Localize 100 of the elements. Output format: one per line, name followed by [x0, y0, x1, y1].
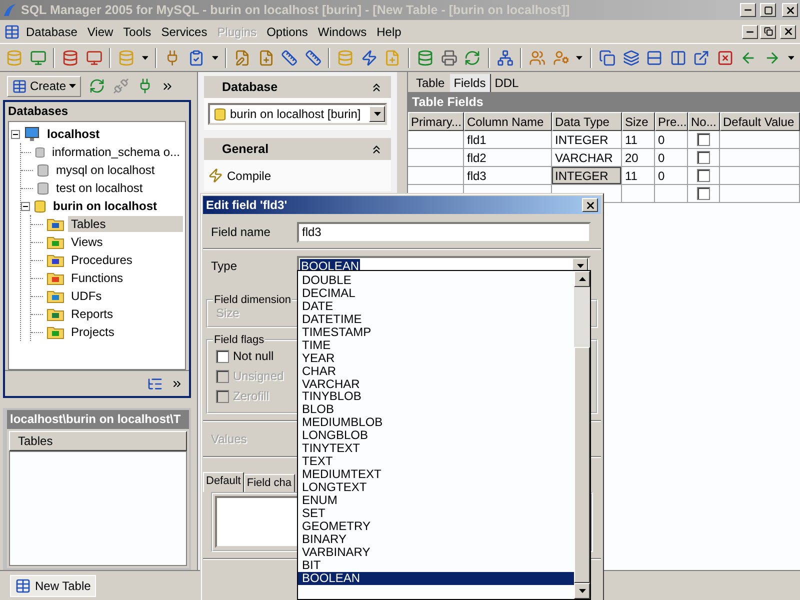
tree-item[interactable]: Reports	[68, 306, 116, 322]
column-header[interactable]: Size	[622, 112, 655, 131]
tab[interactable]: Default	[203, 472, 244, 492]
printer-icon[interactable]	[440, 48, 458, 66]
caret-icon[interactable]	[576, 56, 583, 60]
caret-icon[interactable]	[212, 56, 218, 60]
tree-item[interactable]: Functions	[68, 270, 126, 286]
create-button[interactable]: Create	[7, 76, 82, 96]
layers-icon[interactable]	[622, 48, 640, 66]
caret-icon[interactable]	[788, 56, 794, 60]
column-header[interactable]: No...	[688, 112, 720, 131]
lightning-icon[interactable]	[208, 168, 223, 183]
list-option[interactable]: BIT	[298, 558, 574, 572]
checkbox[interactable]	[697, 151, 710, 164]
list-option[interactable]: YEAR	[298, 352, 574, 365]
tree-item[interactable]: information_schema o...	[48, 144, 183, 160]
file-plus-icon[interactable]	[258, 48, 274, 66]
menu-item[interactable]: Services	[157, 22, 212, 40]
field-name-input[interactable]: fld3	[297, 222, 591, 242]
checkbox[interactable]	[697, 169, 710, 182]
caret-icon[interactable]	[142, 56, 148, 60]
menu-item[interactable]: View	[83, 22, 118, 40]
copy-icon[interactable]	[598, 48, 616, 66]
list-option[interactable]: DECIMAL	[298, 286, 574, 300]
list-option[interactable]: MEDIUMBLOB	[298, 416, 574, 430]
lightning-icon[interactable]	[360, 48, 378, 66]
list-option[interactable]: BINARY	[298, 532, 574, 546]
list-option[interactable]: GEOMETRY	[298, 520, 574, 533]
tree-item[interactable]: burin on localhost	[50, 198, 160, 214]
column-header[interactable]: Column Name	[464, 112, 552, 131]
close-button[interactable]	[782, 3, 798, 17]
tree-item[interactable]: UDFs	[68, 288, 105, 304]
collapse-icon[interactable]	[11, 130, 20, 138]
close-button[interactable]	[582, 198, 598, 212]
scrollbar[interactable]	[574, 271, 590, 599]
columns-icon[interactable]	[670, 48, 686, 66]
tab[interactable]: Field cha	[244, 474, 294, 492]
list-option[interactable]: TEXT	[298, 455, 574, 468]
list-option[interactable]: VARBINARY	[298, 546, 574, 559]
caret-icon[interactable]	[69, 84, 76, 88]
tree-item[interactable]: localhost	[44, 126, 103, 142]
restore-button[interactable]	[760, 24, 776, 38]
list-option[interactable]: TIME	[298, 338, 574, 352]
menu-item[interactable]: Windows	[314, 22, 371, 40]
tab[interactable]: Fields	[450, 74, 491, 92]
ruler-icon[interactable]	[281, 48, 298, 66]
monitor-icon[interactable]	[86, 48, 102, 66]
nav-link[interactable]: Compile	[227, 168, 272, 182]
column-header[interactable]: Pre...	[655, 112, 688, 131]
clipboard-icon[interactable]	[188, 48, 204, 66]
list-option[interactable]: LONGBLOB	[298, 429, 574, 442]
checkbox[interactable]	[697, 187, 710, 200]
close-window-icon[interactable]	[716, 48, 734, 66]
collapse-icon[interactable]	[21, 202, 30, 210]
column-header[interactable]: Primary...	[408, 112, 464, 131]
list-option[interactable]: ENUM	[298, 494, 574, 507]
list-option[interactable]: DATETIME	[298, 312, 574, 326]
external-link-icon[interactable]	[693, 48, 710, 66]
rows-icon[interactable]	[646, 48, 663, 66]
refresh-icon[interactable]	[89, 78, 106, 94]
close-button[interactable]	[780, 24, 796, 38]
tree-item[interactable]: test on localhost	[53, 180, 146, 196]
database-icon[interactable]	[417, 48, 434, 66]
list-option[interactable]: TINYBLOB	[298, 390, 574, 404]
menu-item[interactable]: Help	[372, 22, 406, 40]
tree-item[interactable]: mysql on localhost	[53, 162, 158, 178]
menu-item[interactable]: Options	[262, 22, 312, 40]
minimize-button[interactable]	[742, 24, 758, 38]
checkbox[interactable]	[697, 133, 710, 146]
minimize-button[interactable]	[740, 3, 756, 17]
list-option[interactable]: LONGTEXT	[298, 481, 574, 494]
list-option[interactable]: DATE	[298, 300, 574, 313]
network-icon[interactable]	[496, 48, 514, 66]
checkbox[interactable]	[216, 350, 229, 362]
ruler-icon[interactable]	[304, 48, 322, 66]
menu-item[interactable]: Tools	[119, 22, 156, 40]
tree-item[interactable]: Views	[68, 234, 106, 250]
window-tab[interactable]: New Table	[10, 574, 96, 596]
list-option[interactable]: BLOB	[298, 403, 574, 416]
menu-item[interactable]: Database	[22, 22, 82, 40]
column-header[interactable]: Data Type	[552, 112, 622, 131]
database-icon[interactable]	[62, 48, 79, 66]
column-header[interactable]: Tables	[9, 431, 187, 451]
tab[interactable]: DDL	[490, 74, 524, 92]
column-header[interactable]: Default Value	[720, 112, 800, 131]
file-edit-icon[interactable]	[234, 48, 251, 66]
tree-item[interactable]: Tables	[68, 216, 183, 232]
list-option[interactable]: CHAR	[298, 364, 574, 378]
list-option[interactable]: DOUBLE	[298, 274, 574, 287]
tree-view-icon[interactable]	[147, 376, 163, 392]
list-option[interactable]: TIMESTAMP	[298, 326, 574, 339]
tree-item[interactable]: Procedures	[68, 252, 136, 268]
users-icon[interactable]	[529, 48, 546, 66]
database-select[interactable]: burin on localhost [burin]	[208, 103, 387, 125]
list-option[interactable]: VARCHAR	[298, 378, 574, 390]
list-option[interactable]: TINYTEXT	[298, 442, 574, 456]
list-option[interactable]: MEDIUMTEXT	[298, 468, 574, 481]
maximize-button[interactable]	[760, 3, 776, 17]
tree-item[interactable]: Projects	[68, 324, 118, 340]
user-settings-icon[interactable]	[552, 48, 570, 66]
